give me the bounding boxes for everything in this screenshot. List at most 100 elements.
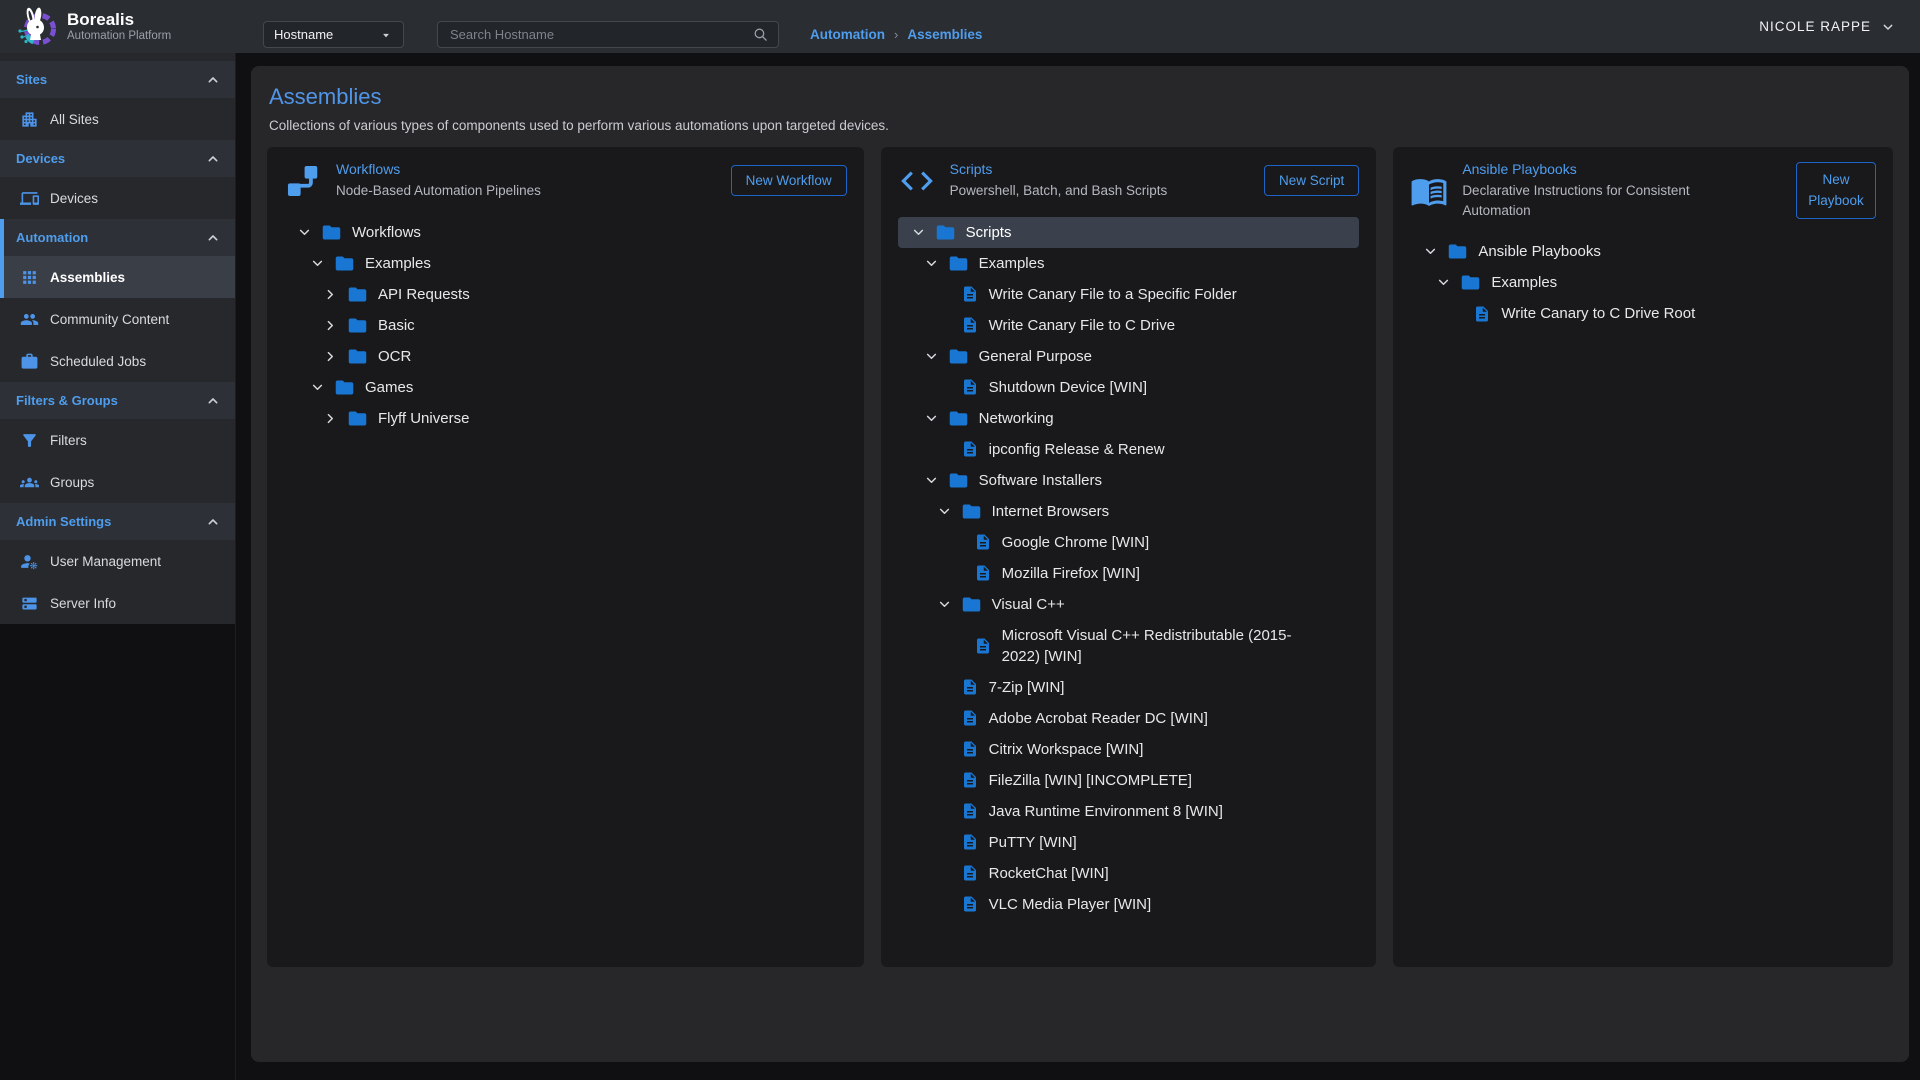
tree-file-ipconfig-release-renew[interactable]: ipconfig Release & Renew — [898, 434, 1360, 465]
caret-down-icon — [379, 28, 393, 42]
chevron-down-icon[interactable] — [923, 348, 940, 365]
card-ansible-playbooks-header: Ansible Playbooks Declarative Instructio… — [1410, 161, 1876, 220]
tree-folder-visual-c[interactable]: Visual C++ — [898, 589, 1360, 620]
sidebar-item-scheduled-jobs[interactable]: Scheduled Jobs — [0, 340, 235, 382]
tree-folder-workflows[interactable]: Workflows — [284, 217, 847, 248]
tree-file-mozilla-firefox-win[interactable]: Mozilla Firefox [WIN] — [898, 558, 1360, 589]
sidebar-item-filters[interactable]: Filters — [0, 419, 235, 461]
tree-file-filezilla-win-incomplete[interactable]: FileZilla [WIN] [INCOMPLETE] — [898, 765, 1360, 796]
chevron-down-icon[interactable] — [309, 255, 326, 272]
people-icon — [20, 310, 39, 329]
tree-file-google-chrome-win[interactable]: Google Chrome [WIN] — [898, 527, 1360, 558]
page-title: Assemblies — [269, 84, 1893, 110]
chevron-down-icon[interactable] — [296, 224, 313, 241]
tree-folder-ocr[interactable]: OCR — [284, 341, 847, 372]
card-subtitle: Declarative Instructions for Consistent … — [1462, 181, 1724, 220]
new-script-button[interactable]: New Script — [1264, 165, 1359, 196]
rabbit-logo-icon — [13, 5, 57, 49]
sidebar-item-server-info[interactable]: Server Info — [0, 582, 235, 624]
card-ansible-playbooks: Ansible Playbooks Declarative Instructio… — [1393, 147, 1893, 967]
folder-icon — [1447, 241, 1468, 262]
user-menu[interactable]: NICOLE RAPPE — [1759, 19, 1896, 35]
cards: Workflows Node-Based Automation Pipeline… — [267, 147, 1893, 967]
sidebar-section-devices[interactable]: Devices — [0, 140, 235, 177]
sidebar: Sites All Sites Devices Devices Automati… — [0, 53, 235, 624]
tree-file-7-zip-win[interactable]: 7-Zip [WIN] — [898, 672, 1360, 703]
tree-folder-ansible-playbooks[interactable]: Ansible Playbooks — [1410, 236, 1876, 267]
sidebar-item-community-content[interactable]: Community Content — [0, 298, 235, 340]
new-workflow-button[interactable]: New Workflow — [731, 165, 847, 196]
tree-file-vlc-media-player-win[interactable]: VLC Media Player [WIN] — [898, 889, 1360, 920]
tree-folder-api-requests[interactable]: API Requests — [284, 279, 847, 310]
tree-folder-networking[interactable]: Networking — [898, 403, 1360, 434]
sidebar-section-label: Admin Settings — [16, 514, 111, 529]
card-titles: Scripts Powershell, Batch, and Bash Scri… — [950, 161, 1168, 201]
breadcrumb-automation[interactable]: Automation — [810, 27, 885, 42]
breadcrumb-assemblies[interactable]: Assemblies — [907, 27, 982, 42]
brand: Borealis Automation Platform — [0, 5, 249, 49]
tree-folder-label: Basic — [378, 310, 415, 341]
sidebar-item-assemblies[interactable]: Assemblies — [0, 256, 235, 298]
file-icon — [1473, 305, 1491, 323]
server-icon — [20, 594, 39, 613]
tree-folder-software-installers[interactable]: Software Installers — [898, 465, 1360, 496]
chevron-right-icon[interactable] — [322, 317, 339, 334]
chevron-down-icon[interactable] — [1422, 243, 1439, 260]
tree-file-rocketchat-win[interactable]: RocketChat [WIN] — [898, 858, 1360, 889]
tree-file-java-runtime-environment-8-win[interactable]: Java Runtime Environment 8 [WIN] — [898, 796, 1360, 827]
file-icon — [961, 285, 979, 303]
scripts-tree: Scripts Examples Write Canary File to a … — [898, 217, 1360, 920]
chevron-down-icon[interactable] — [923, 410, 940, 427]
tree-folder-examples[interactable]: Examples — [1410, 267, 1876, 298]
chevron-right-icon[interactable] — [322, 348, 339, 365]
code-icon — [898, 162, 936, 200]
chevron-down-icon[interactable] — [910, 224, 927, 241]
sidebar-item-label: Groups — [50, 475, 94, 490]
hostname-select[interactable]: Hostname — [263, 21, 404, 48]
tree-file-putty-win[interactable]: PuTTY [WIN] — [898, 827, 1360, 858]
chevron-down-icon[interactable] — [309, 379, 326, 396]
sidebar-section-sites[interactable]: Sites — [0, 61, 235, 98]
search-input[interactable] — [448, 26, 752, 43]
tree-file-shutdown-device-win[interactable]: Shutdown Device [WIN] — [898, 372, 1360, 403]
tree-folder-examples[interactable]: Examples — [284, 248, 847, 279]
tree-file-adobe-acrobat-reader-dc-win[interactable]: Adobe Acrobat Reader DC [WIN] — [898, 703, 1360, 734]
sidebar-section-label: Sites — [16, 72, 47, 87]
folder-icon — [347, 315, 368, 336]
book-icon — [1410, 172, 1448, 210]
sidebar-section-admin-settings[interactable]: Admin Settings — [0, 503, 235, 540]
chevron-down-icon[interactable] — [1435, 274, 1452, 291]
tree-folder-label: API Requests — [378, 279, 470, 310]
tree-folder-internet-browsers[interactable]: Internet Browsers — [898, 496, 1360, 527]
tree-file-write-canary-file-to-c-drive[interactable]: Write Canary File to C Drive — [898, 310, 1360, 341]
sidebar-item-all-sites[interactable]: All Sites — [0, 98, 235, 140]
tree-file-citrix-workspace-win[interactable]: Citrix Workspace [WIN] — [898, 734, 1360, 765]
tree-file-write-canary-file-to-a-specific-folder[interactable]: Write Canary File to a Specific Folder — [898, 279, 1360, 310]
breadcrumb-separator: › — [894, 27, 898, 42]
tree-folder-scripts[interactable]: Scripts — [898, 217, 1360, 248]
new-playbook-button[interactable]: New Playbook — [1796, 162, 1876, 220]
tree-folder-examples[interactable]: Examples — [898, 248, 1360, 279]
user-gear-icon — [20, 552, 39, 571]
chevron-down-icon[interactable] — [923, 255, 940, 272]
tree-file-write-canary-to-c-drive-root[interactable]: Write Canary to C Drive Root — [1410, 298, 1876, 329]
sidebar-section-filters-groups[interactable]: Filters & Groups — [0, 382, 235, 419]
sidebar-item-devices[interactable]: Devices — [0, 177, 235, 219]
file-icon — [961, 709, 979, 727]
tree-folder-flyff-universe[interactable]: Flyff Universe — [284, 403, 847, 434]
sidebar-section-automation[interactable]: Automation — [0, 219, 235, 256]
sidebar-item-user-management[interactable]: User Management — [0, 540, 235, 582]
tree-folder-general-purpose[interactable]: General Purpose — [898, 341, 1360, 372]
chevron-down-icon[interactable] — [936, 596, 953, 613]
tree-folder-games[interactable]: Games — [284, 372, 847, 403]
chevron-right-icon[interactable] — [322, 410, 339, 427]
sidebar-section-label: Automation — [16, 230, 88, 245]
folder-icon — [347, 408, 368, 429]
file-icon — [961, 678, 979, 696]
chevron-right-icon[interactable] — [322, 286, 339, 303]
chevron-down-icon[interactable] — [936, 503, 953, 520]
tree-file-microsoft-visual-c-redistributable-2015-2022-win[interactable]: Microsoft Visual C++ Redistributable (20… — [898, 620, 1360, 672]
tree-folder-basic[interactable]: Basic — [284, 310, 847, 341]
chevron-down-icon[interactable] — [923, 472, 940, 489]
sidebar-item-groups[interactable]: Groups — [0, 461, 235, 503]
